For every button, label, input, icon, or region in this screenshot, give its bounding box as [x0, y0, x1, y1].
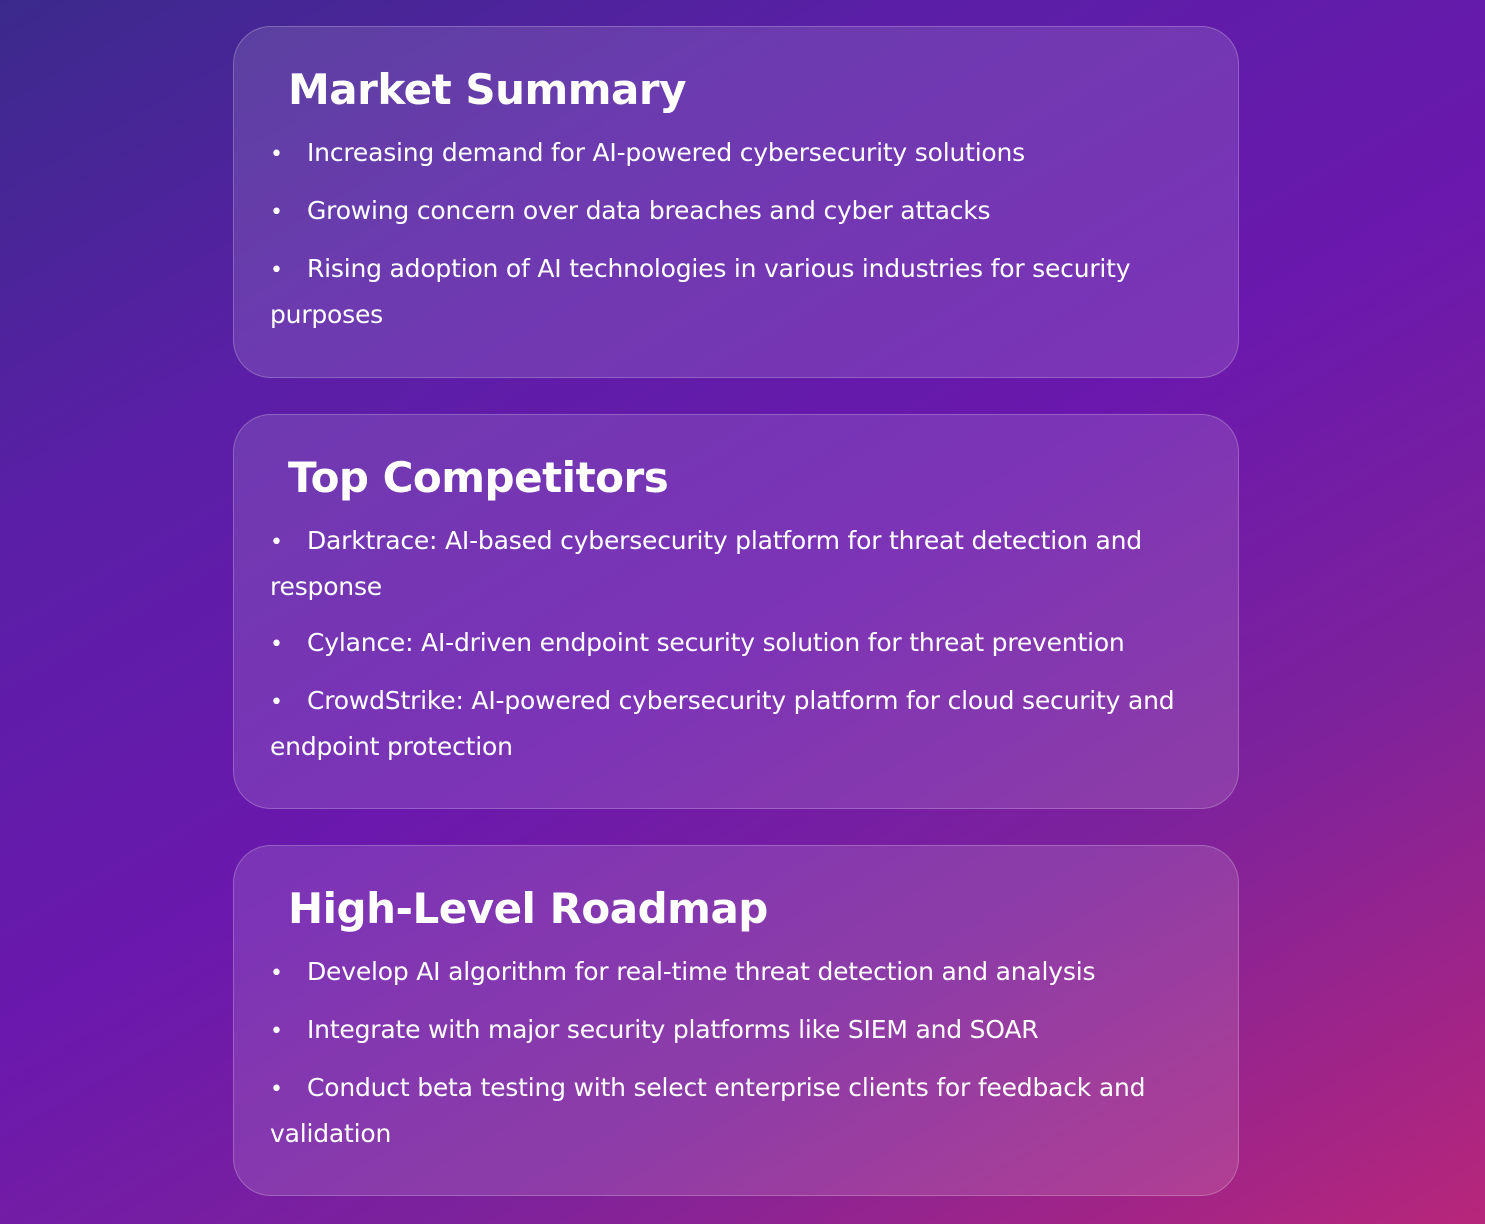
list-item-text: CrowdStrike: AI-powered cybersecurity pl…	[270, 686, 1175, 761]
market-summary-list: • Increasing demand for AI-powered cybers…	[270, 131, 1202, 337]
bullet-icon: •	[270, 142, 283, 167]
list-item-text: Darktrace: AI-based cybersecurity platfo…	[270, 526, 1142, 601]
bullet-icon: •	[270, 690, 283, 715]
bullet-icon: •	[270, 961, 283, 986]
list-item: • Darktrace: AI-based cybersecurity platf…	[270, 519, 1202, 609]
bullet-icon: •	[270, 1077, 283, 1102]
high-level-roadmap-list: • Develop AI algorithm for real-time thre…	[270, 950, 1202, 1156]
list-item-text: Rising adoption of AI technologies in va…	[270, 254, 1131, 329]
list-item: • Rising adoption of AI technologies in v…	[270, 247, 1202, 337]
top-competitors-title: Top Competitors	[288, 453, 669, 502]
top-competitors-card: Top Competitors • Darktrace: AI-based cyb…	[233, 414, 1239, 809]
top-competitors-list: • Darktrace: AI-based cybersecurity platf…	[270, 519, 1202, 769]
list-item: • Develop AI algorithm for real-time thre…	[270, 950, 1202, 996]
bullet-icon: •	[270, 1019, 283, 1044]
list-item: • CrowdStrike: AI-powered cybersecurity p…	[270, 679, 1202, 769]
list-item: • Cylance: AI-driven endpoint security so…	[270, 621, 1202, 667]
list-item-text: Develop AI algorithm for real-time threa…	[307, 957, 1096, 986]
list-item: • Conduct beta testing with select enterp…	[270, 1066, 1202, 1156]
bullet-icon: •	[270, 632, 283, 657]
high-level-roadmap-card: High-Level Roadmap • Develop AI algorithm…	[233, 845, 1239, 1196]
list-item-text: Growing concern over data breaches and c…	[307, 196, 991, 225]
bullet-icon: •	[270, 530, 283, 555]
list-item-text: Conduct beta testing with select enterpr…	[270, 1073, 1146, 1148]
list-item: • Integrate with major security platforms…	[270, 1008, 1202, 1054]
list-item: • Increasing demand for AI-powered cybers…	[270, 131, 1202, 177]
market-summary-card: Market Summary • Increasing demand for AI…	[233, 26, 1239, 378]
list-item-text: Increasing demand for AI-powered cyberse…	[307, 138, 1025, 167]
list-item-text: Integrate with major security platforms …	[307, 1015, 1039, 1044]
high-level-roadmap-title: High-Level Roadmap	[288, 884, 768, 933]
bullet-icon: •	[270, 258, 283, 283]
list-item: • Growing concern over data breaches and …	[270, 189, 1202, 235]
bullet-icon: •	[270, 200, 283, 225]
list-item-text: Cylance: AI-driven endpoint security sol…	[307, 628, 1125, 657]
market-summary-title: Market Summary	[288, 65, 686, 114]
